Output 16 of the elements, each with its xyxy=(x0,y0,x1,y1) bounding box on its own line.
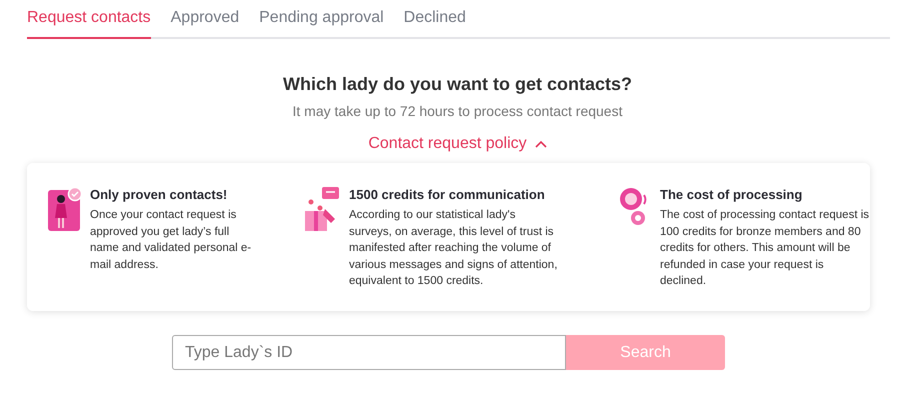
feature-title: Only proven contacts! xyxy=(90,187,228,202)
feature-title: 1500 credits for communication xyxy=(349,187,546,202)
heading: Which lady do you want to get contacts? xyxy=(282,74,632,95)
woman-figure-icon xyxy=(48,187,82,231)
feature-title: The cost of processing xyxy=(660,187,804,202)
subtitle: It may take up to 72 hours to process contact request xyxy=(292,103,622,119)
tab[interactable]: Request contacts xyxy=(27,7,151,39)
tab[interactable]: Approved xyxy=(170,7,240,39)
policy-toggle-link[interactable]: Contact request policy xyxy=(368,135,547,153)
tab[interactable]: Declined xyxy=(404,7,466,39)
gift-message-icon xyxy=(305,187,341,231)
tab[interactable]: Pending approval xyxy=(259,7,384,39)
feature-description: Once your contact request is approved you get lady’s full name and validated personal e-mail address. xyxy=(90,208,252,272)
feature-description: The cost of processing contact request is 100 credits for bronze members and 80 credits for others. This amount will be refunded in case your request is declined. xyxy=(660,208,870,289)
feature-description: According to our statistical lady's surveys, on average, this level of trust is manifested after reaching the volume of various messages and signs of attention, equivalent to 1500 credits. xyxy=(349,208,558,289)
chevron-icon xyxy=(534,140,547,148)
